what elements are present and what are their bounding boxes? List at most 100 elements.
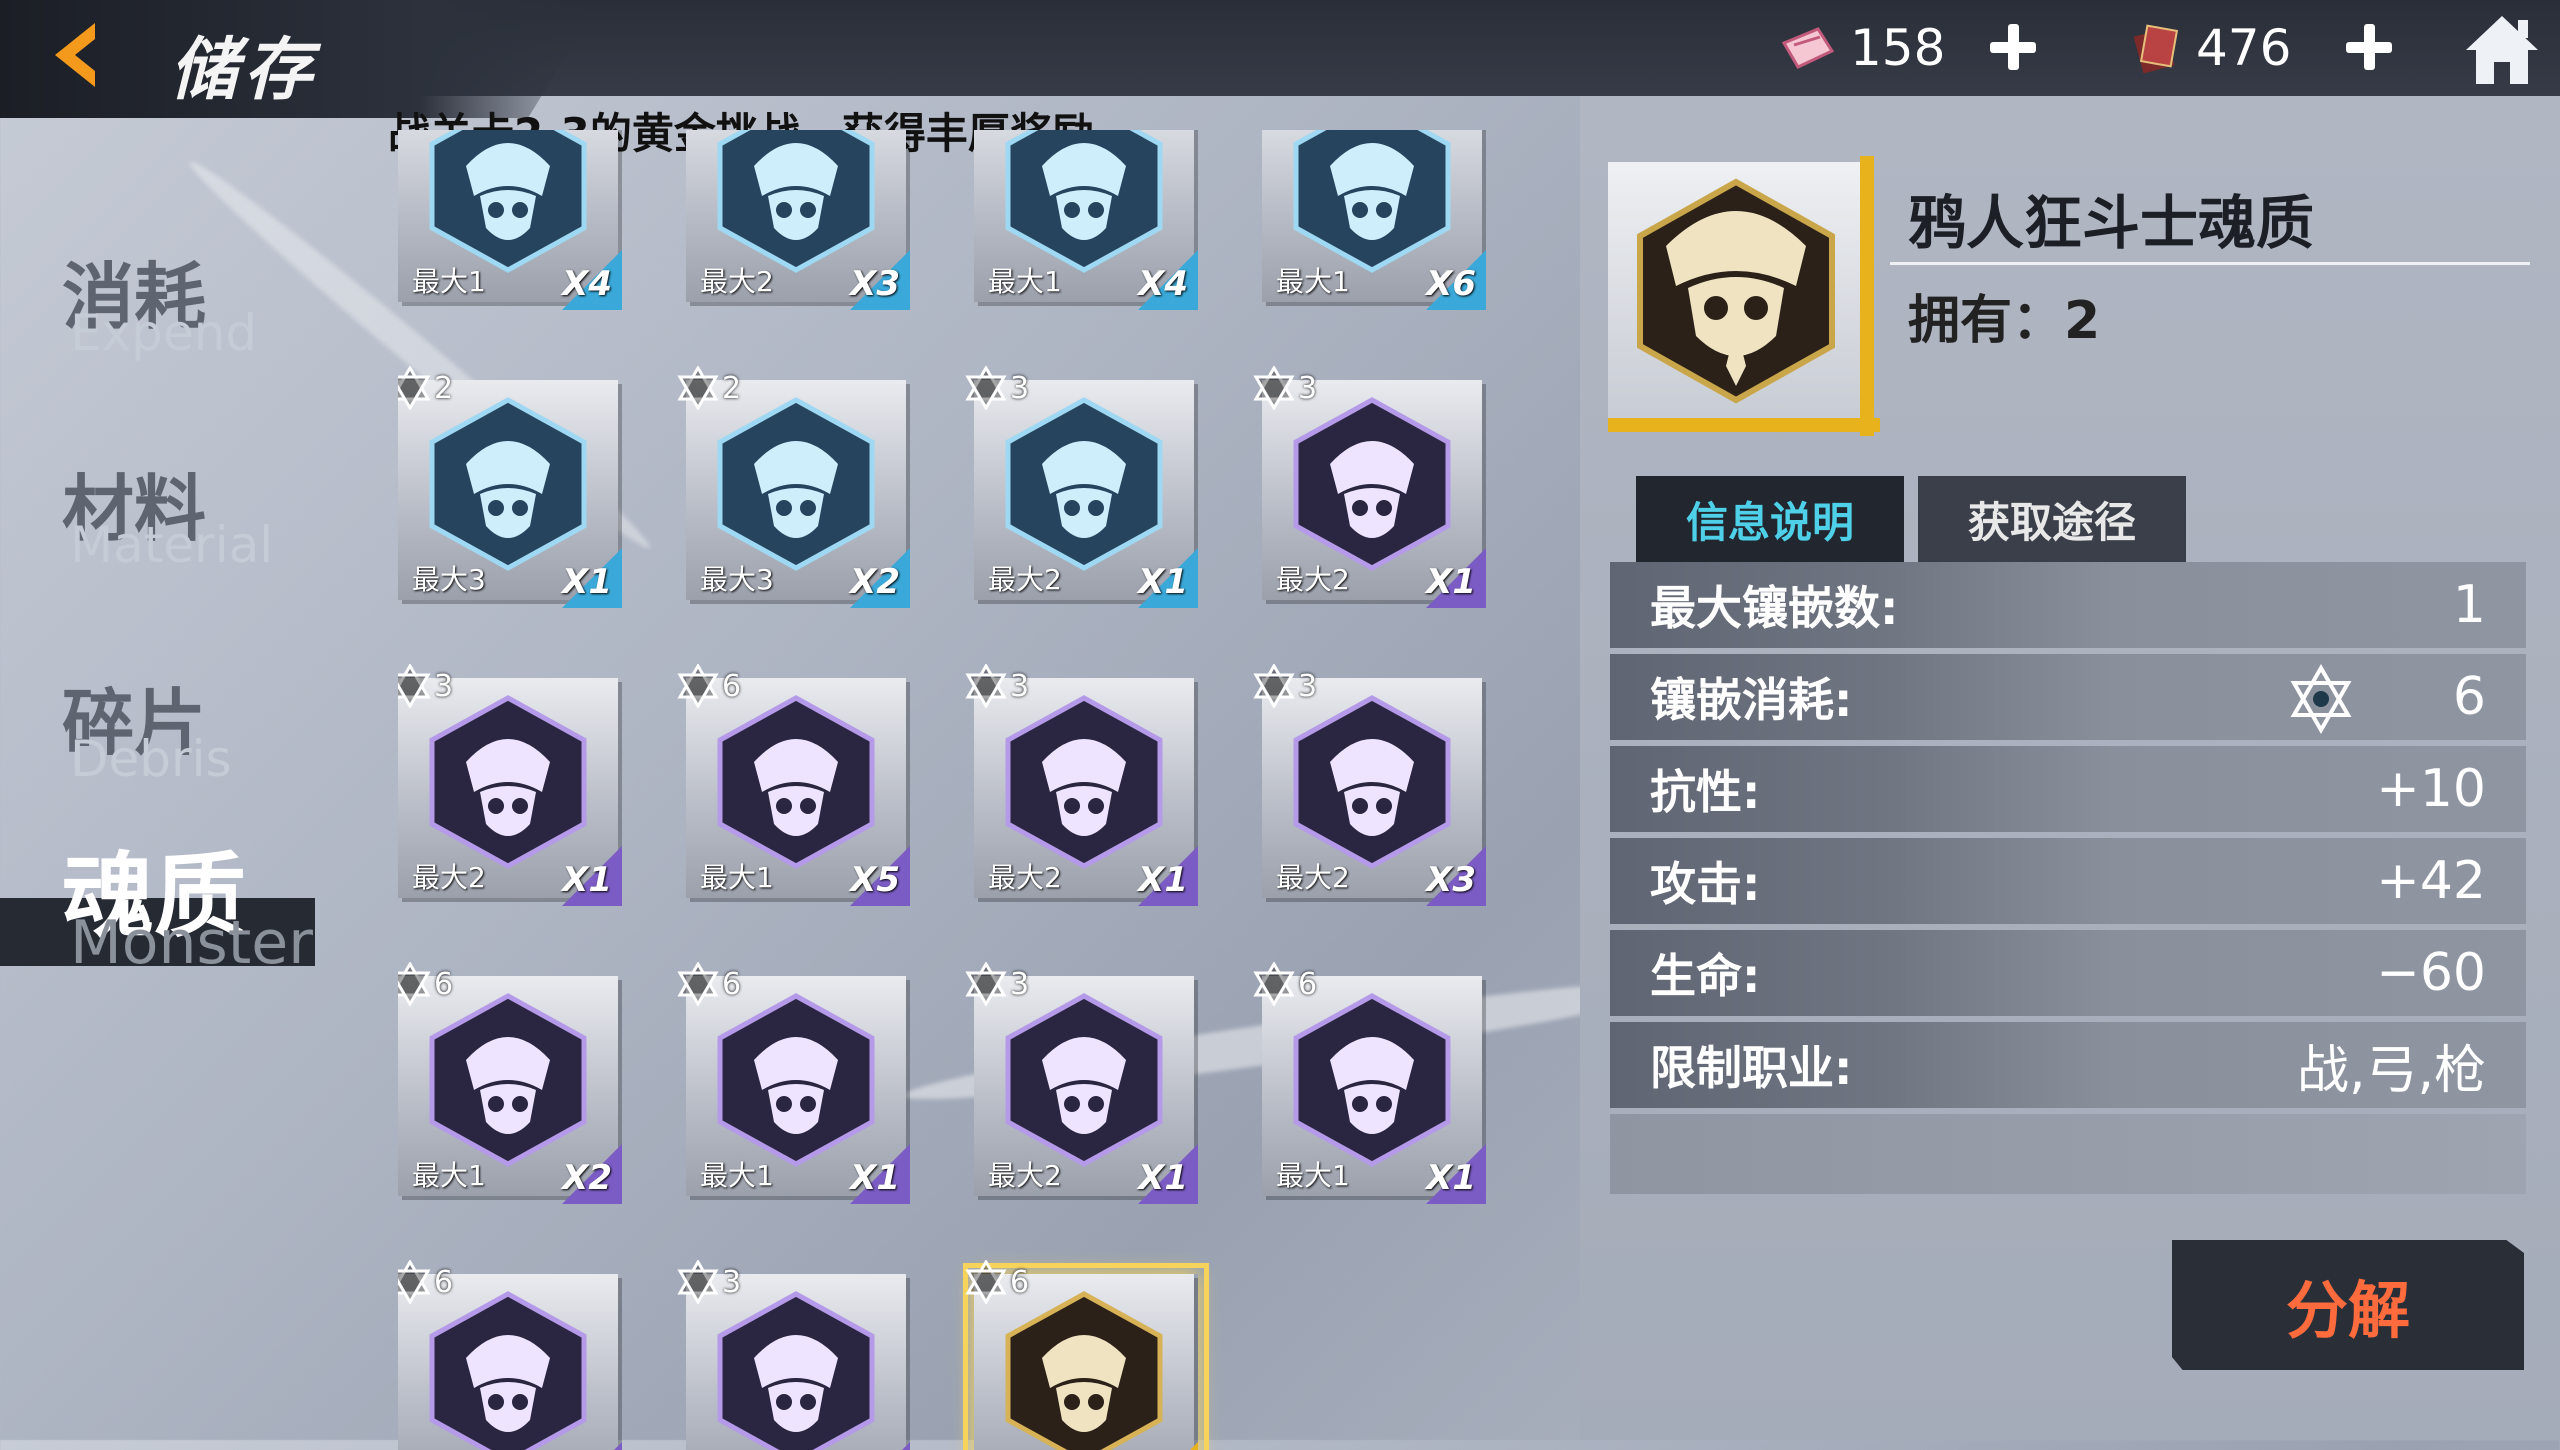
add-gem-button[interactable] — [1984, 18, 2042, 76]
gem-ticket-icon — [1781, 27, 1835, 69]
star-level-value: 3 — [1010, 966, 1030, 1002]
owned-count: 拥有：2 — [1908, 291, 2101, 351]
tab-monster[interactable]: 魂质 Monster — [0, 838, 340, 978]
tab-info[interactable]: 信息说明 — [1636, 476, 1904, 562]
star-level: 3 — [1252, 664, 1317, 708]
item-quantity: X4 — [1138, 264, 1188, 304]
home-button[interactable] — [2460, 8, 2544, 92]
monster-soul-item[interactable]: 最大1 X4 — [974, 130, 1198, 310]
soul-emblem-icon — [429, 1291, 587, 1450]
monster-soul-item[interactable]: 最大2X13 — [677, 1260, 910, 1450]
stamina-amount: 476 — [2196, 19, 2292, 77]
item-quantity: X5 — [850, 860, 900, 900]
star-level-value: 3 — [1298, 668, 1318, 704]
soul-emblem-icon — [429, 695, 587, 869]
monster-soul-item[interactable]: 最大2X13 — [965, 664, 1198, 906]
stats-table: 最大镶嵌数: 1 镶嵌消耗: 6 抗性: +10 攻击: +42 生命: −60… — [1610, 562, 2526, 1194]
monster-soul-item[interactable]: 最大3 X2 2 — [677, 366, 910, 608]
add-stamina-button[interactable] — [2340, 18, 2398, 76]
soul-emblem-icon — [429, 993, 587, 1167]
soul-emblem-icon — [1293, 695, 1451, 869]
monster-soul-item[interactable]: 最大1 X4 — [398, 130, 622, 310]
hexagram-star-icon — [965, 962, 1007, 1006]
stats-filler — [1610, 1114, 2526, 1194]
star-level: 3 — [676, 1260, 741, 1304]
stat-row: 生命: −60 — [1610, 930, 2526, 1016]
star-level: 3 — [964, 366, 1029, 410]
monster-soul-item[interactable]: 最大2 X3 — [686, 130, 910, 310]
stat-row: 限制职业: 战,弓,枪 — [1610, 1022, 2526, 1108]
item-quantity: X3 — [850, 264, 900, 304]
hexagram-star-icon — [677, 1260, 719, 1304]
item-quantity: X6 — [1426, 264, 1476, 304]
stat-key: 限制职业: — [1650, 1041, 1853, 1095]
stat-key: 攻击: — [1650, 857, 1761, 911]
hexagram-star-icon — [965, 664, 1007, 708]
monster-soul-item[interactable]: 最大1X26 — [398, 962, 622, 1204]
monster-soul-item[interactable]: 最大1X46 — [398, 1260, 622, 1450]
item-max-label: 最大1 — [412, 1159, 486, 1192]
monster-soul-item[interactable]: 最大2X13 — [398, 664, 622, 906]
item-max-label: 最大1 — [412, 265, 486, 298]
back-arrow-icon — [55, 23, 95, 87]
monster-soul-item[interactable]: 最大1X26 — [963, 1260, 1209, 1450]
monster-soul-item[interactable]: 最大2X13 — [1253, 366, 1486, 608]
star-level: 3 — [398, 664, 453, 708]
star-level-value: 6 — [434, 1264, 454, 1300]
star-level: 2 — [398, 366, 453, 410]
stat-value: −60 — [2376, 943, 2486, 1003]
monster-soul-item[interactable]: 最大1 X1 6 — [1253, 962, 1486, 1204]
item-name: 鸦人狂斗士魂质 — [1908, 189, 2315, 257]
home-icon — [2466, 16, 2538, 84]
currency-gem: 158 — [1780, 16, 1945, 80]
hexagram-star-icon — [398, 664, 431, 708]
item-quantity: X3 — [1426, 860, 1476, 900]
soul-emblem-icon — [1005, 1291, 1163, 1450]
star-level-value: 3 — [434, 668, 454, 704]
monster-soul-item[interactable]: 最大1 X1 6 — [677, 962, 910, 1204]
star-level-value: 6 — [722, 966, 742, 1002]
monster-soul-item[interactable]: 最大3 X1 2 — [398, 366, 622, 608]
item-quantity: X4 — [562, 264, 612, 304]
monster-soul-item[interactable]: 最大1 X6 — [1262, 130, 1486, 310]
item-rarity-corner — [562, 1442, 622, 1450]
tab-obtain-route[interactable]: 获取途径 — [1918, 476, 2186, 562]
soul-emblem-icon — [717, 1291, 875, 1450]
monster-soul-item[interactable]: 最大1 X5 6 — [677, 664, 910, 906]
item-rarity-corner — [850, 1442, 910, 1450]
back-button[interactable] — [30, 10, 120, 100]
portrait-gold-edge — [1860, 156, 1874, 436]
stat-value: 战,弓,枪 — [2296, 1040, 2486, 1101]
soul-emblem-icon — [1005, 397, 1163, 571]
tab-expend[interactable]: 消耗 Expend — [0, 238, 340, 368]
stat-row: 抗性: +10 — [1610, 746, 2526, 832]
item-quantity: X2 — [562, 1158, 612, 1198]
stat-key: 抗性: — [1650, 765, 1761, 819]
item-max-label: 最大1 — [988, 265, 1062, 298]
hexagram-star-icon — [398, 962, 431, 1006]
monster-soul-item[interactable]: 最大2X13 — [965, 962, 1198, 1204]
monster-soul-item[interactable]: 最大2X13 — [965, 366, 1198, 608]
soul-emblem-icon — [429, 397, 587, 571]
selected-item-portrait — [1608, 156, 1880, 436]
hexagram-star-icon — [965, 1260, 1007, 1304]
monster-soul-item[interactable]: 最大2 X3 3 — [1253, 664, 1486, 906]
decompose-button[interactable]: 分解 — [2172, 1240, 2524, 1370]
item-max-label: 最大2 — [988, 1159, 1062, 1192]
stat-value: +10 — [2376, 759, 2486, 819]
tab-debris-sublabel: Debris — [70, 730, 232, 788]
stat-row: 最大镶嵌数: 1 — [1610, 562, 2526, 648]
stat-value: 6 — [2452, 667, 2486, 727]
item-max-label: 最大2 — [700, 265, 774, 298]
star-level-value: 3 — [1010, 370, 1030, 406]
tab-material[interactable]: 材料 Material — [0, 450, 340, 580]
tab-expend-sublabel: Expend — [70, 304, 258, 362]
item-max-label: 最大2 — [988, 861, 1062, 894]
stat-value: 1 — [2452, 575, 2486, 635]
hexagram-star-icon — [677, 664, 719, 708]
tab-debris[interactable]: 碎片 Debris — [0, 664, 340, 794]
star-level-value: 6 — [722, 668, 742, 704]
star-level-value: 3 — [1010, 668, 1030, 704]
inventory-grid[interactable]: 最大1 X4 最大2 X3 最大1 X4 最大1 X6 最大3 X1 2 最大3 X2 2 最大2 X1 3 最大… — [398, 130, 1518, 1450]
item-max-label: 最大1 — [700, 1159, 774, 1192]
